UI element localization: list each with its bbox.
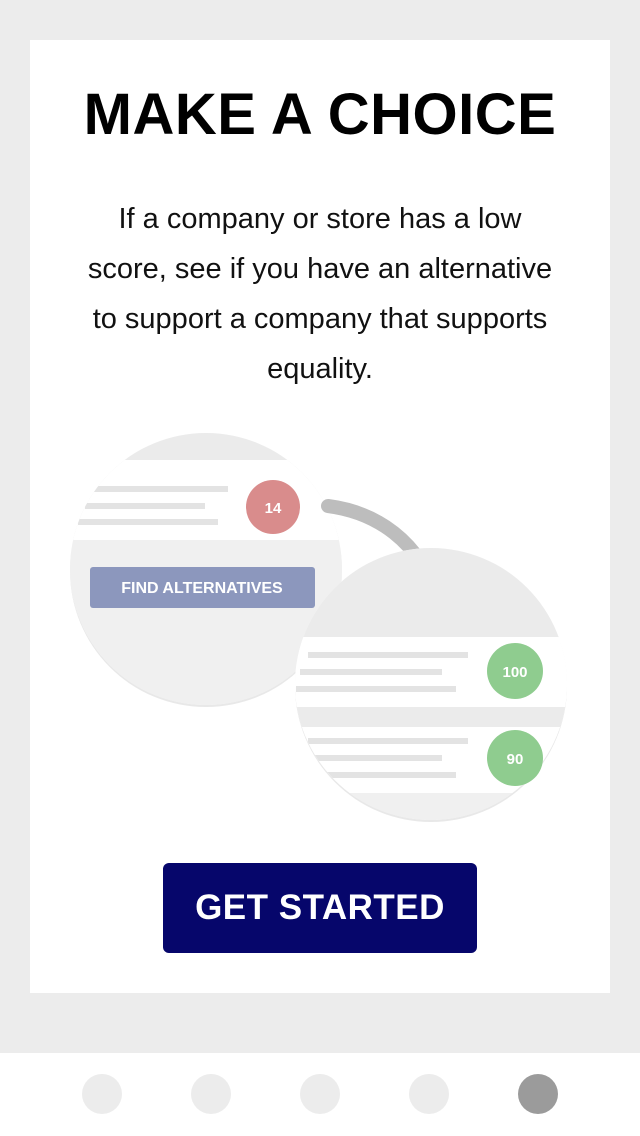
page-dot-5-active[interactable] [518,1074,558,1114]
high-score-value-2: 90 [507,751,524,768]
page-dot-3[interactable] [300,1074,340,1114]
page-dot-1[interactable] [82,1074,122,1114]
onboarding-screen: MAKE A CHOICE If a company or store has … [0,0,640,1136]
page-dot-4[interactable] [409,1074,449,1114]
high-score-value-1: 100 [502,664,527,681]
low-score-value: 14 [265,500,282,517]
page-indicator [0,1053,640,1136]
choice-illustration: 14 FIND ALTERNATIVES 100 90 [70,433,567,822]
find-alternatives-label: FIND ALTERNATIVES [121,580,283,597]
page-dot-2[interactable] [191,1074,231,1114]
description-text: If a company or store has a low score, s… [87,203,553,385]
page-title: MAKE A CHOICE [83,82,557,147]
get-started-button[interactable]: GET STARTED [163,863,477,953]
